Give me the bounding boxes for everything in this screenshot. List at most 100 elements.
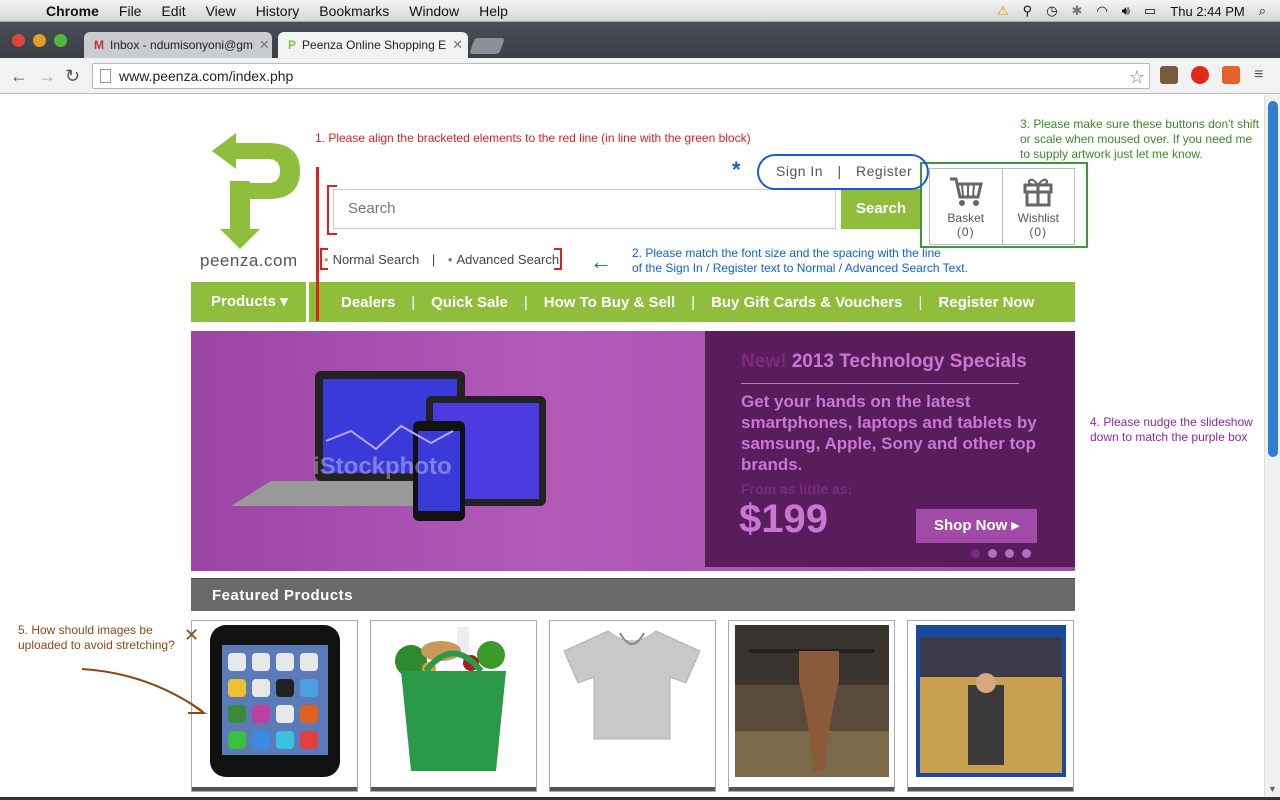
product-bar: [908, 787, 1073, 791]
annotation-x-icon: ✕: [184, 625, 200, 645]
menu-view[interactable]: View: [196, 3, 246, 19]
annotation-bracket-modes-right: [554, 248, 562, 270]
close-window-button[interactable]: [12, 34, 25, 47]
mode-separator: |: [431, 252, 436, 267]
peenza-logo[interactable]: peenza.com: [198, 133, 308, 273]
network-icon[interactable]: ⚲: [1023, 3, 1033, 19]
menu-clock[interactable]: Thu 2:44 PM: [1170, 4, 1244, 19]
tab-gmail[interactable]: M Inbox - ndumisonyoni@gm ✕: [84, 32, 272, 58]
search-modes: • Normal Search | • Advanced Search: [324, 252, 559, 267]
product-bar: [729, 787, 894, 791]
minimize-window-button[interactable]: [33, 34, 46, 47]
annotation-2-line2: of the Sign In / Register text to Normal…: [632, 261, 968, 275]
nav-register-now[interactable]: Register Now: [938, 294, 1034, 311]
menu-help[interactable]: Help: [469, 3, 518, 19]
product-bar: [192, 787, 357, 791]
nav-quick-sale[interactable]: Quick Sale: [431, 294, 508, 311]
bullet-icon: •: [447, 252, 453, 267]
slide-dots: [971, 549, 1031, 558]
nav-dealers[interactable]: Dealers: [341, 294, 395, 311]
menu-bookmarks[interactable]: Bookmarks: [309, 3, 399, 19]
annotation-4-line2: down to match the purple box: [1090, 430, 1248, 444]
headline-text: 2013 Technology Specials: [791, 351, 1027, 372]
menu-file[interactable]: File: [109, 3, 152, 19]
annotation-3-line3: to supply artwork just let me know.: [1020, 147, 1203, 161]
product-card-album[interactable]: [728, 620, 895, 792]
time-machine-icon[interactable]: ◷: [1046, 3, 1057, 19]
featured-products-header: Featured Products: [191, 578, 1075, 611]
chrome-menu-icon[interactable]: ≡: [1254, 66, 1263, 84]
warning-icon[interactable]: ⚠: [997, 3, 1009, 19]
advanced-search-link[interactable]: Advanced Search: [456, 252, 559, 267]
reload-icon[interactable]: ↻: [65, 66, 80, 87]
close-tab-icon[interactable]: ✕: [452, 37, 463, 53]
shop-now-button[interactable]: Shop Now ▸: [916, 509, 1037, 543]
scroll-down-icon[interactable]: ▼: [1268, 784, 1277, 794]
back-icon[interactable]: ←: [10, 66, 28, 87]
address-bar[interactable]: www.peenza.com/index.php ☆: [92, 63, 1150, 89]
promo-slideshow[interactable]: iStockphoto New! 2013 Technology Special…: [191, 331, 1075, 571]
menu-history[interactable]: History: [246, 3, 310, 19]
tshirt-image: [563, 630, 701, 740]
tab-title: Peenza Online Shopping E: [302, 38, 447, 52]
nav-how-to-buy-sell[interactable]: How To Buy & Sell: [544, 294, 675, 311]
annotation-blue-oval: [757, 154, 929, 190]
url-text: www.peenza.com/index.php: [119, 68, 294, 84]
annotation-1: 1. Please align the bracketed elements t…: [315, 131, 751, 145]
menu-window[interactable]: Window: [399, 3, 469, 19]
bluray-cover-image: [916, 625, 1066, 777]
slide-dot[interactable]: [988, 549, 997, 558]
new-tab-button[interactable]: [469, 38, 505, 54]
menu-edit[interactable]: Edit: [151, 3, 195, 19]
slide-dot[interactable]: [1005, 549, 1014, 558]
wifi-icon[interactable]: ◠: [1096, 3, 1107, 19]
product-bar: [371, 787, 536, 791]
volume-icon[interactable]: 🔊︎: [1122, 3, 1130, 19]
bookmark-star-icon[interactable]: ☆: [1129, 65, 1145, 89]
annotation-4-line1: 4. Please nudge the slideshow: [1090, 415, 1253, 429]
search-button[interactable]: Search: [841, 189, 921, 229]
nav-gift-cards[interactable]: Buy Gift Cards & Vouchers: [711, 294, 902, 311]
main-nav: Products ▾ Dealers | Quick Sale | How To…: [191, 282, 1075, 322]
new-label: New!: [741, 351, 787, 372]
web-page: peenza.com Sign In | Register Search Sea…: [0, 95, 1264, 800]
watermark-text: iStockphoto: [313, 453, 452, 480]
slide-divider: [741, 383, 1019, 384]
product-card-bluray[interactable]: [907, 620, 1074, 792]
nav-separator: |: [411, 293, 416, 311]
close-tab-icon[interactable]: ✕: [259, 37, 270, 53]
search-input[interactable]: Search: [333, 189, 836, 229]
window-controls: [12, 34, 67, 47]
extension-icon[interactable]: [1222, 66, 1240, 84]
annotation-2-line1: 2. Please match the font size and the sp…: [632, 246, 941, 260]
slide-dot[interactable]: [1022, 549, 1031, 558]
spotlight-search-icon[interactable]: ⌕: [1259, 3, 1266, 19]
annotation-5-line2: uploaded to avoid stretching?: [18, 638, 175, 652]
browser-toolbar: ← → ↻ www.peenza.com/index.php ☆ ≡: [0, 58, 1280, 94]
instagram-extension-icon[interactable]: [1160, 66, 1178, 84]
annotation-bracket-modes-left: [320, 248, 328, 270]
annotation-green-box: [920, 162, 1088, 248]
bluetooth-icon[interactable]: ✱: [1072, 3, 1083, 19]
tab-title: Inbox - ndumisonyoni@gm: [110, 38, 253, 52]
annotation-4: 4. Please nudge the slideshow down to ma…: [1090, 415, 1253, 445]
slide-dot[interactable]: [971, 549, 980, 558]
adblock-extension-icon[interactable]: [1191, 66, 1209, 84]
menu-app-name[interactable]: Chrome: [36, 3, 109, 19]
grocery-bag-image: [395, 627, 506, 771]
zoom-window-button[interactable]: [54, 34, 67, 47]
scrollbar-thumb[interactable]: [1268, 101, 1278, 457]
product-card-grocery-bag[interactable]: [370, 620, 537, 792]
tab-peenza[interactable]: P Peenza Online Shopping E ✕: [278, 32, 468, 58]
battery-icon[interactable]: ▭: [1144, 3, 1156, 19]
product-card-tshirt[interactable]: [549, 620, 716, 792]
slide-headline: New! 2013 Technology Specials: [741, 351, 1027, 373]
normal-search-link[interactable]: Normal Search: [333, 252, 420, 267]
annotation-arrow-icon: ←: [590, 249, 612, 274]
products-dropdown[interactable]: Products ▾: [191, 282, 309, 322]
nav-separator: |: [523, 293, 528, 311]
forward-icon[interactable]: →: [38, 66, 56, 87]
annotation-bracket-search: [327, 185, 337, 235]
annotation-asterisk-icon: *: [732, 157, 741, 182]
page-scrollbar[interactable]: ▼: [1264, 95, 1280, 800]
